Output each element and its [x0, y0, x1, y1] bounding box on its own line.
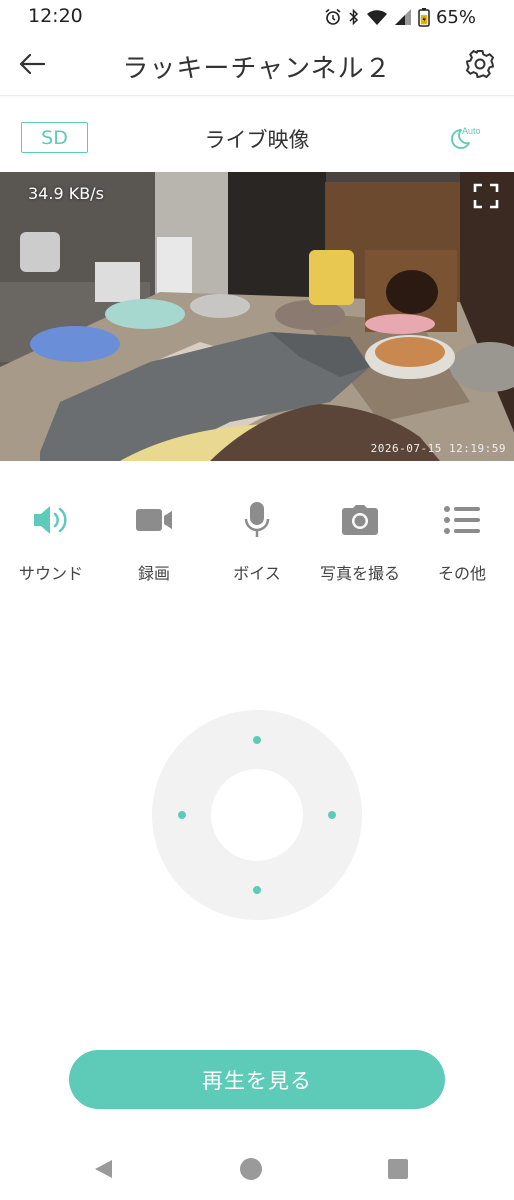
app-header: ラッキーチャンネル２ [0, 34, 514, 96]
status-bar: 12:20 65% [0, 0, 514, 34]
snapshot-label: 写真を撮る [319, 564, 400, 583]
record-label: 録画 [137, 564, 170, 583]
nav-back-button[interactable] [88, 1156, 118, 1186]
status-icons: 65% [324, 4, 476, 30]
ptz-joystick[interactable] [152, 710, 362, 920]
gear-icon [464, 48, 496, 84]
square-recents-icon [387, 1158, 409, 1184]
fullscreen-icon [472, 183, 500, 214]
record-button[interactable]: 録画 [104, 500, 204, 584]
voice-button[interactable]: ボイス [207, 500, 307, 584]
video-frame [0, 172, 514, 461]
ptz-down-button[interactable] [253, 886, 261, 894]
signal-icon [394, 8, 412, 26]
playback-button[interactable]: 再生を見る [69, 1050, 445, 1109]
live-row: SD ライブ映像 Auto [0, 112, 514, 162]
page-title: ラッキーチャンネル２ [122, 54, 392, 84]
nav-home-button[interactable] [236, 1156, 266, 1186]
control-bar: サウンド 録画 ボイス 写真を撮る その他 [0, 500, 514, 590]
sound-label: サウンド [18, 564, 83, 583]
status-time: 12:20 [28, 5, 83, 27]
voice-label: ボイス [233, 564, 281, 583]
battery-icon [418, 7, 430, 27]
nav-recents-button[interactable] [383, 1156, 413, 1186]
alarm-icon [324, 8, 342, 26]
more-button[interactable]: その他 [412, 500, 512, 584]
bluetooth-icon [348, 8, 360, 26]
fullscreen-button[interactable] [472, 182, 500, 210]
night-mode-button[interactable]: Auto [448, 124, 484, 152]
speaker-icon [31, 503, 71, 541]
circle-home-icon [239, 1157, 263, 1185]
ptz-center [211, 769, 303, 861]
bitrate-label: 34.9 KB/s [28, 184, 104, 203]
live-title: ライブ映像 [204, 128, 310, 152]
triangle-back-icon [92, 1158, 114, 1184]
video-camera-icon [134, 507, 174, 537]
sound-button[interactable]: サウンド [1, 500, 101, 584]
ptz-up-button[interactable] [253, 736, 261, 744]
battery-percent: 65% [435, 6, 476, 28]
ptz-right-button[interactable] [328, 811, 336, 819]
list-icon [443, 505, 481, 539]
settings-button[interactable] [462, 48, 498, 84]
more-label: その他 [437, 564, 486, 583]
wifi-icon [366, 8, 388, 26]
ptz-left-button[interactable] [178, 811, 186, 819]
live-video[interactable]: 34.9 KB/s 2026-07-15 12:19:59 [0, 172, 514, 461]
video-timestamp: 2026-07-15 12:19:59 [370, 442, 506, 455]
night-mode-auto-label: Auto [462, 126, 481, 136]
microphone-icon [243, 500, 271, 544]
snapshot-button[interactable]: 写真を撮る [310, 500, 410, 584]
system-nav-bar [0, 1140, 514, 1200]
camera-icon [341, 504, 379, 540]
